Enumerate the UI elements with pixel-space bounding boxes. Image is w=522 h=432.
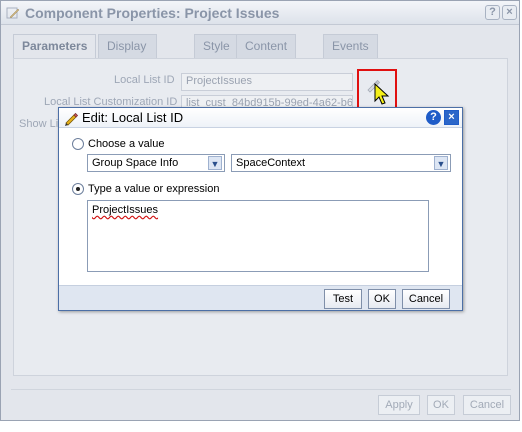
dialog-title-bar: Component Properties: Project Issues ? ×: [1, 1, 519, 25]
tab-content-style[interactable]: Content Style: [236, 34, 297, 76]
pencil-icon: [65, 112, 79, 126]
choose-value-label: Choose a value: [88, 138, 165, 150]
tab-style[interactable]: Style: [194, 34, 239, 58]
footer-divider: [11, 389, 511, 390]
help-icon[interactable]: ?: [485, 5, 500, 20]
type-expression-radio[interactable]: [72, 183, 84, 195]
close-icon[interactable]: ×: [444, 110, 459, 125]
space-context-select-value: SpaceContext: [236, 157, 306, 169]
group-space-select-value: Group Space Info: [92, 157, 179, 169]
properties-icon: [6, 7, 20, 19]
ok-button[interactable]: OK: [427, 395, 455, 415]
expression-textarea[interactable]: ProjectIssues: [87, 200, 429, 272]
tab-events[interactable]: Events: [323, 34, 378, 58]
group-space-select[interactable]: Group Space Info ▼: [87, 154, 225, 172]
local-list-id-label: Local List ID: [114, 74, 175, 86]
type-expression-label: Type a value or expression: [88, 183, 220, 195]
choose-value-radio[interactable]: [72, 138, 84, 150]
modal-button-bar: Test OK Cancel: [59, 285, 462, 310]
show-list-label: Show Lis: [19, 118, 64, 130]
mouse-cursor-icon: [374, 83, 390, 105]
modal-title-bar: Edit: Local List ID ? ×: [59, 108, 462, 128]
expression-text: ProjectIssues: [92, 204, 159, 216]
cancel-button[interactable]: Cancel: [402, 289, 450, 309]
apply-button[interactable]: Apply: [378, 395, 420, 415]
modal-title: Edit: Local List ID: [82, 110, 184, 125]
space-context-select[interactable]: SpaceContext ▼: [231, 154, 451, 172]
chevron-down-icon[interactable]: ▼: [434, 156, 448, 170]
local-list-id-field[interactable]: ProjectIssues: [181, 73, 353, 91]
close-icon[interactable]: ×: [502, 5, 517, 20]
tab-display-options[interactable]: Display Options: [98, 34, 158, 76]
edit-local-list-id-modal: Edit: Local List ID ? × Choose a value G…: [58, 107, 463, 311]
ok-button[interactable]: OK: [368, 289, 396, 309]
tab-parameters[interactable]: Parameters: [13, 34, 97, 58]
test-button[interactable]: Test: [324, 289, 362, 309]
help-icon[interactable]: ?: [426, 110, 441, 125]
cancel-button[interactable]: Cancel: [463, 395, 511, 415]
chevron-down-icon[interactable]: ▼: [208, 156, 222, 170]
dialog-title: Component Properties: Project Issues: [25, 5, 280, 21]
